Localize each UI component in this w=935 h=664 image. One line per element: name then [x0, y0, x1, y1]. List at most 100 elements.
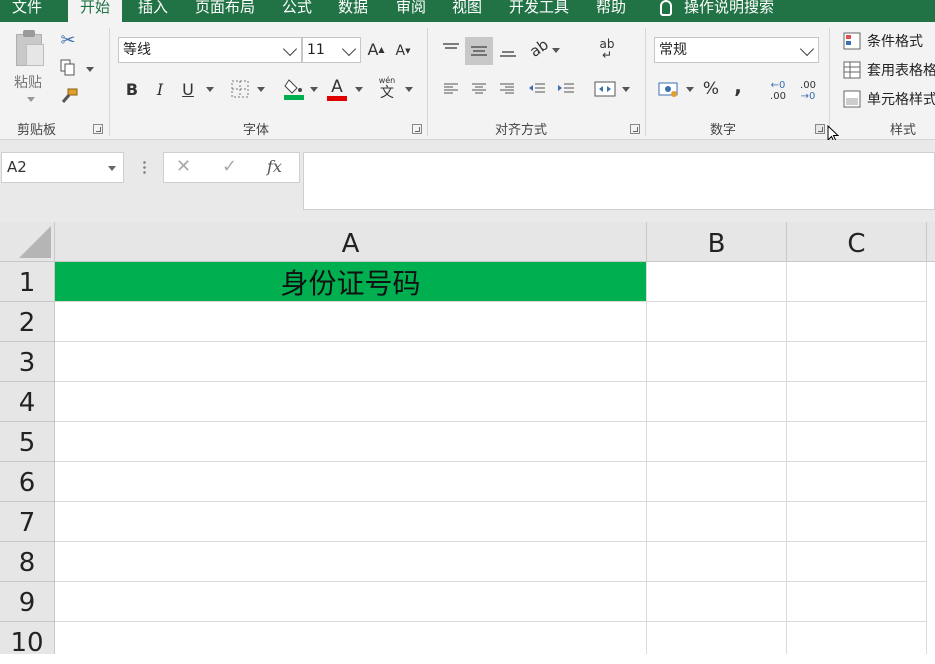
cut-icon[interactable]: ✂ — [58, 30, 78, 51]
fill-color-icon[interactable] — [282, 76, 306, 102]
row-header[interactable]: 3 — [0, 342, 55, 382]
column-header-a[interactable]: A — [55, 222, 647, 262]
font-color-button[interactable]: A — [325, 76, 349, 102]
number-launcher-icon[interactable] — [815, 124, 825, 134]
cell-c3[interactable] — [787, 342, 927, 382]
cell-b9[interactable] — [647, 582, 787, 622]
tab-developer[interactable]: 开发工具 — [509, 0, 569, 22]
orientation-icon[interactable]: ab — [524, 33, 555, 64]
merge-dropdown-icon[interactable] — [622, 87, 630, 92]
alignment-launcher-icon[interactable] — [630, 124, 640, 134]
align-right-icon[interactable] — [496, 78, 518, 100]
cell-b6[interactable] — [647, 462, 787, 502]
name-box[interactable]: A2 — [1, 152, 124, 183]
decrease-indent-icon[interactable] — [526, 78, 548, 100]
italic-button[interactable]: I — [150, 77, 170, 101]
row-header[interactable]: 7 — [0, 502, 55, 542]
row-header[interactable]: 6 — [0, 462, 55, 502]
tab-home[interactable]: 开始 — [68, 0, 123, 22]
cell-c8[interactable] — [787, 542, 927, 582]
formula-input[interactable] — [303, 152, 935, 210]
tab-view[interactable]: 视图 — [452, 0, 482, 22]
cell-a9[interactable] — [55, 582, 647, 622]
copy-icon[interactable] — [58, 58, 78, 78]
cell-c10[interactable] — [787, 622, 927, 654]
tab-help[interactable]: 帮助 — [596, 0, 626, 22]
font-size-select[interactable]: 11 — [302, 37, 361, 63]
decrease-decimal-button[interactable]: .00 →0 — [795, 78, 821, 104]
tab-insert[interactable]: 插入 — [138, 0, 168, 22]
cell-a5[interactable] — [55, 422, 647, 462]
row-header[interactable]: 8 — [0, 542, 55, 582]
increase-decimal-button[interactable]: ←0.00 — [765, 78, 791, 104]
bold-button[interactable]: B — [122, 77, 142, 101]
phonetic-guide-button[interactable]: wén 文 — [376, 74, 398, 102]
cell-c7[interactable] — [787, 502, 927, 542]
middle-align-icon[interactable] — [465, 37, 493, 65]
font-name-select[interactable]: 等线 — [118, 37, 302, 63]
format-painter-icon[interactable] — [58, 86, 80, 108]
cell-b4[interactable] — [647, 382, 787, 422]
cell-c5[interactable] — [787, 422, 927, 462]
cell-a8[interactable] — [55, 542, 647, 582]
font-launcher-icon[interactable] — [412, 124, 422, 134]
tell-me-search[interactable]: 操作说明搜索 — [660, 0, 774, 22]
format-as-table-button[interactable]: 套用表格格 — [843, 59, 935, 81]
copy-dropdown-icon[interactable] — [86, 67, 94, 72]
cell-c2[interactable] — [787, 302, 927, 342]
cell-a7[interactable] — [55, 502, 647, 542]
cell-c6[interactable] — [787, 462, 927, 502]
splitter-handle[interactable] — [143, 160, 146, 174]
cell-b1[interactable] — [647, 262, 787, 302]
comma-style-button[interactable]: , — [730, 74, 746, 98]
tab-formulas[interactable]: 公式 — [282, 0, 312, 22]
cell-a6[interactable] — [55, 462, 647, 502]
row-header[interactable]: 9 — [0, 582, 55, 622]
accounting-format-icon[interactable] — [657, 77, 681, 101]
cell-b5[interactable] — [647, 422, 787, 462]
number-format-select[interactable]: 常规 — [654, 37, 819, 63]
row-header[interactable]: 1 — [0, 262, 55, 302]
row-header[interactable]: 2 — [0, 302, 55, 342]
cell-a2[interactable] — [55, 302, 647, 342]
conditional-formatting-button[interactable]: 条件格式 — [843, 30, 923, 52]
borders-dropdown-icon[interactable] — [257, 87, 265, 92]
align-left-icon[interactable] — [440, 78, 462, 100]
column-header-c[interactable]: C — [787, 222, 927, 262]
tab-file[interactable]: 文件 — [12, 0, 42, 22]
increase-indent-icon[interactable] — [555, 78, 577, 100]
tab-page-layout[interactable]: 页面布局 — [195, 0, 255, 22]
percent-button[interactable]: % — [700, 77, 722, 101]
font-color-dropdown-icon[interactable] — [355, 87, 363, 92]
cancel-icon[interactable]: ✕ — [176, 156, 191, 177]
phonetic-dropdown-icon[interactable] — [405, 87, 413, 92]
select-all-button[interactable] — [0, 222, 55, 262]
cell-b10[interactable] — [647, 622, 787, 654]
top-align-icon[interactable] — [440, 38, 462, 60]
increase-font-size-icon[interactable]: A ▲ — [366, 38, 386, 60]
cell-a3[interactable] — [55, 342, 647, 382]
column-header-b[interactable]: B — [647, 222, 787, 262]
cell-a4[interactable] — [55, 382, 647, 422]
cell-a10[interactable] — [55, 622, 647, 654]
underline-button[interactable]: U — [178, 77, 198, 101]
column-header-d[interactable] — [927, 222, 935, 262]
clipboard-launcher-icon[interactable] — [93, 124, 103, 134]
cell-b3[interactable] — [647, 342, 787, 382]
cell-styles-button[interactable]: 单元格样式 — [843, 88, 935, 110]
wrap-text-button[interactable]: ab ↵ — [596, 38, 618, 62]
tab-review[interactable]: 审阅 — [396, 0, 426, 22]
fill-color-dropdown-icon[interactable] — [310, 87, 318, 92]
cell-b2[interactable] — [647, 302, 787, 342]
row-header[interactable]: 5 — [0, 422, 55, 462]
accounting-dropdown-icon[interactable] — [686, 87, 694, 92]
cell-b8[interactable] — [647, 542, 787, 582]
cell-c9[interactable] — [787, 582, 927, 622]
enter-icon[interactable]: ✓ — [222, 156, 237, 177]
align-center-icon[interactable] — [468, 78, 490, 100]
borders-icon[interactable] — [229, 78, 251, 100]
tab-data[interactable]: 数据 — [338, 0, 368, 22]
decrease-font-size-icon[interactable]: A ▼ — [393, 40, 413, 62]
cell-c1[interactable] — [787, 262, 927, 302]
row-header[interactable]: 10 — [0, 622, 55, 658]
